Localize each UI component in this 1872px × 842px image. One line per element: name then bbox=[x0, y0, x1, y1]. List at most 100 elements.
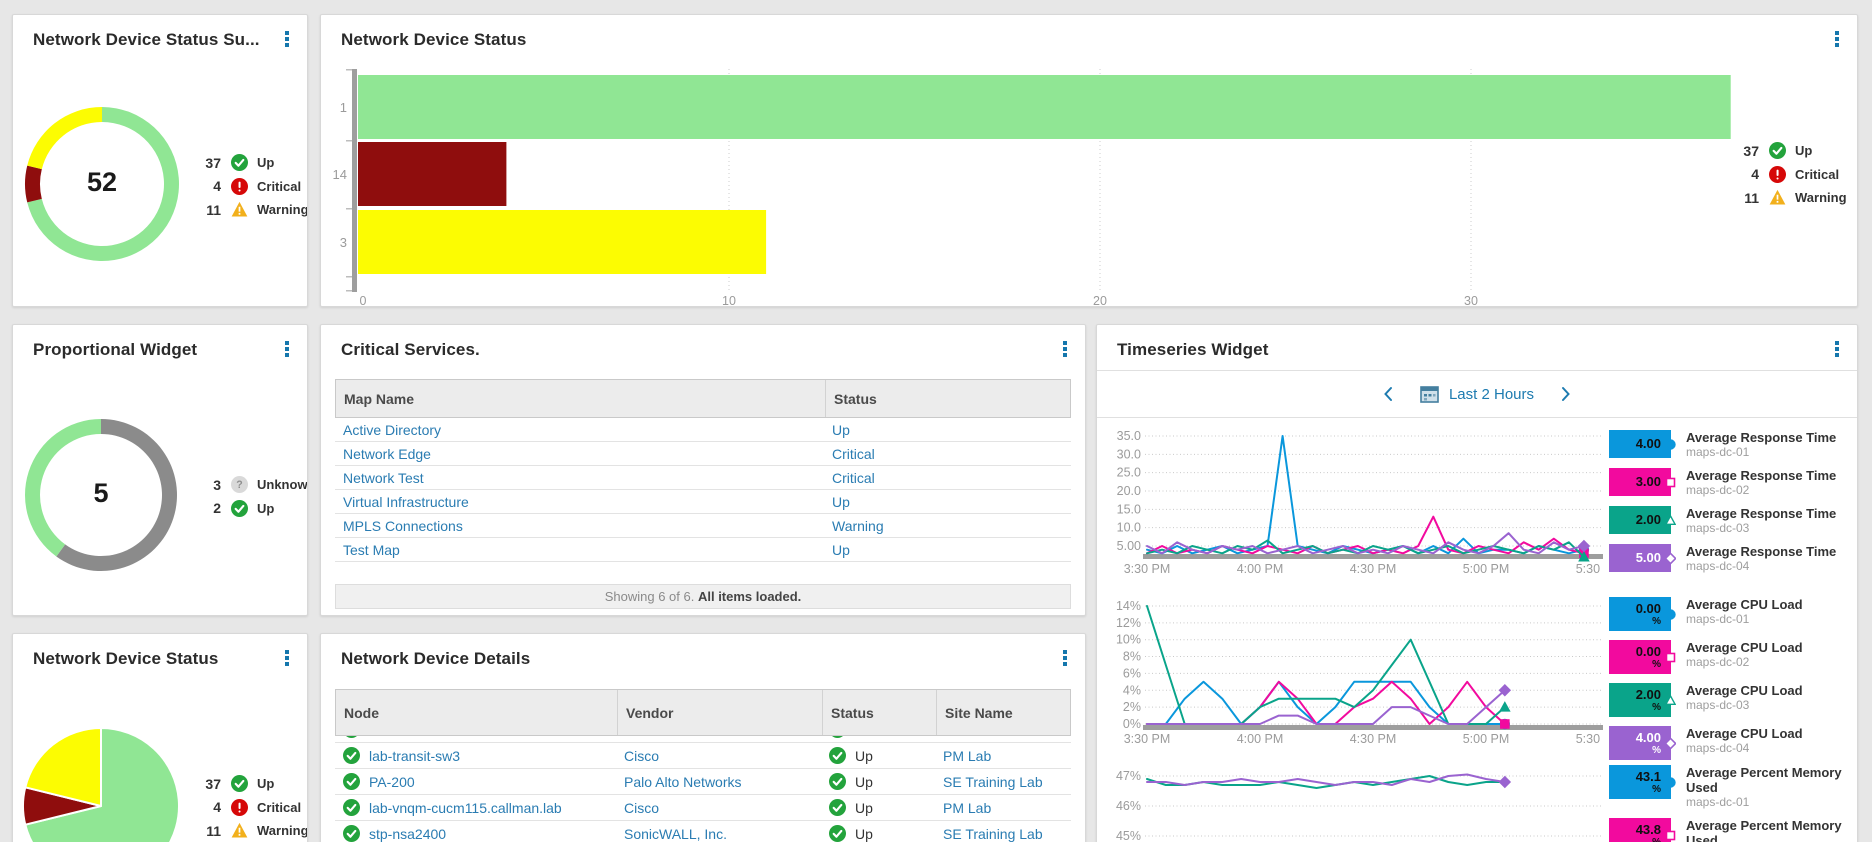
up-check-icon bbox=[343, 773, 360, 790]
vendor-link[interactable]: Palo Alto Networks bbox=[624, 774, 742, 790]
next-range-button[interactable] bbox=[1560, 386, 1572, 402]
footer-loaded: All items loaded. bbox=[697, 589, 802, 604]
column-header-node[interactable]: Node bbox=[336, 690, 617, 735]
up-check-icon bbox=[231, 775, 248, 793]
widget-title: Network Device Status bbox=[33, 649, 219, 668]
series-node: maps-dc-04 bbox=[1686, 741, 1750, 755]
table-row[interactable]: lab-vnqm-cucm115.callman.lab Cisco Up PM La… bbox=[335, 795, 1071, 821]
series-unit: % bbox=[1652, 701, 1661, 713]
site-name-link[interactable]: SE Training Lab bbox=[943, 826, 1043, 842]
critical-icon bbox=[231, 177, 248, 195]
map-name-link[interactable]: Test Map bbox=[343, 542, 400, 558]
kebab-menu-icon[interactable] bbox=[285, 650, 289, 666]
svg-text:10.0: 10.0 bbox=[1117, 521, 1141, 535]
table-row[interactable]: MPLS Connections Warning bbox=[335, 514, 1071, 538]
site-name-link[interactable]: SE Training Lab bbox=[943, 774, 1043, 790]
kebab-menu-icon[interactable] bbox=[1835, 341, 1839, 357]
column-header-site-name[interactable]: Site Name bbox=[936, 690, 1070, 735]
column-header-status[interactable]: Status bbox=[825, 380, 1070, 417]
svg-text:4:00 PM: 4:00 PM bbox=[1237, 732, 1284, 746]
table-row[interactable]: Network Edge Critical bbox=[335, 442, 1071, 466]
svg-text:30.0: 30.0 bbox=[1117, 447, 1141, 461]
up-check-icon bbox=[343, 825, 360, 842]
status-cell: Critical bbox=[824, 446, 1071, 462]
series-legend-item[interactable]: 43.1% Average Percent Memory Used maps-dc-… bbox=[1609, 765, 1855, 809]
status-text: Up bbox=[855, 773, 873, 790]
series-legend-item[interactable]: 0.00% Average CPU Load maps-dc-02 bbox=[1609, 640, 1855, 674]
status-link[interactable]: Up bbox=[832, 494, 850, 510]
series-legend-item[interactable]: 5.00 Average Response Time maps-dc-04 bbox=[1609, 544, 1855, 573]
node-cell: lab-transit-sw3 bbox=[335, 747, 616, 764]
map-name-link[interactable]: Network Test bbox=[343, 470, 424, 486]
status-link[interactable]: Up bbox=[832, 422, 850, 438]
status-link[interactable]: Critical bbox=[832, 470, 875, 486]
previous-range-button[interactable] bbox=[1382, 386, 1394, 402]
table-row[interactable]: PA-200 Palo Alto Networks Up SE Training La… bbox=[335, 769, 1071, 795]
series-legend-item[interactable]: 0.00% Average CPU Load maps-dc-01 bbox=[1609, 597, 1855, 631]
warning-icon bbox=[231, 202, 248, 217]
series-legend-item[interactable]: 3.00 Average Response Time maps-dc-02 bbox=[1609, 468, 1855, 497]
table-row[interactable]: Active Directory Up bbox=[335, 418, 1071, 442]
legend-count: 11 bbox=[206, 822, 221, 839]
kebab-menu-icon[interactable] bbox=[285, 31, 289, 47]
table-row[interactable]: Virtual Infrastructure Up bbox=[335, 490, 1071, 514]
site-name-cell: PM Lab bbox=[935, 748, 1071, 764]
series-node: maps-dc-02 bbox=[1686, 483, 1750, 497]
map-name-link[interactable]: Virtual Infrastructure bbox=[343, 494, 469, 510]
map-name-link[interactable]: MPLS Connections bbox=[343, 518, 463, 534]
table-body[interactable]: lab-transit-sw3 Cisco Up PM Lab PA-200 Palo A… bbox=[335, 717, 1071, 842]
column-header-status[interactable]: Status bbox=[822, 690, 936, 735]
node-link[interactable]: PA-200 bbox=[369, 774, 415, 790]
series-legend-item[interactable]: 43.8%Average Percent Memory Usedmaps-dc-… bbox=[1609, 818, 1855, 842]
legend-count: 4 bbox=[213, 799, 221, 816]
series-node: maps-dc-01 bbox=[1686, 795, 1750, 809]
series-title: Average Response Time bbox=[1686, 544, 1837, 559]
calendar-icon[interactable] bbox=[1420, 385, 1439, 403]
table-row[interactable]: lab-transit-sw3 Cisco Up PM Lab bbox=[335, 743, 1071, 769]
widget-header: Proportional Widget bbox=[13, 325, 307, 369]
widget-network-device-status-summary: Network Device Status Su... 52 37 Up 4 Crit… bbox=[12, 14, 308, 307]
table-row[interactable]: Test Map Up bbox=[335, 538, 1071, 562]
series-legend-item[interactable]: 2.00% Average CPU Load maps-dc-03 bbox=[1609, 683, 1855, 717]
series-legend-item[interactable]: 4.00 Average Response Time maps-dc-01 bbox=[1609, 430, 1855, 459]
svg-text:4%: 4% bbox=[1123, 683, 1141, 697]
series-legend-item[interactable]: 4.00% Average CPU Load maps-dc-04 bbox=[1609, 726, 1855, 760]
map-name-link[interactable]: Active Directory bbox=[343, 422, 441, 438]
time-range-label[interactable]: Last 2 Hours bbox=[1449, 386, 1534, 403]
memory-used-chart: 47%46%45%3:30 PM4:00 PM4:30 PM5:00 PM5:3… bbox=[1116, 769, 1601, 842]
table-row[interactable]: stp-nsa2400 SonicWALL, Inc. Up SE Training … bbox=[335, 821, 1071, 842]
kebab-menu-icon[interactable] bbox=[1835, 31, 1839, 47]
legend-label: Warning bbox=[257, 202, 308, 218]
svg-text:15.0: 15.0 bbox=[1117, 502, 1141, 516]
donut-total: 5 bbox=[93, 478, 109, 508]
svg-text:5.00: 5.00 bbox=[1117, 539, 1141, 553]
series-legend-item[interactable]: 2.00 Average Response Time maps-dc-03 bbox=[1609, 506, 1855, 535]
vendor-link[interactable]: Cisco bbox=[624, 748, 659, 764]
status-link[interactable]: Up bbox=[832, 542, 850, 558]
column-header-vendor[interactable]: Vendor bbox=[617, 690, 822, 735]
svg-text:30: 30 bbox=[1464, 294, 1478, 306]
node-cell: PA-200 bbox=[335, 773, 616, 790]
status-link[interactable]: Warning bbox=[832, 518, 884, 534]
vendor-link[interactable]: SonicWALL, Inc. bbox=[624, 826, 727, 842]
table-row[interactable]: Network Test Critical bbox=[335, 466, 1071, 490]
node-link[interactable]: lab-vnqm-cucm115.callman.lab bbox=[369, 800, 562, 816]
vendor-link[interactable]: Cisco bbox=[624, 800, 659, 816]
site-name-link[interactable]: PM Lab bbox=[943, 800, 991, 816]
status-link[interactable]: Critical bbox=[832, 446, 875, 462]
series-current-value: 4.00 bbox=[1635, 729, 1661, 745]
series-current-value: 2.00 bbox=[1635, 686, 1661, 702]
node-link[interactable]: stp-nsa2400 bbox=[369, 826, 446, 842]
site-name-link[interactable]: PM Lab bbox=[943, 748, 991, 764]
column-header-map-name[interactable]: Map Name bbox=[336, 380, 825, 417]
map-name-link[interactable]: Network Edge bbox=[343, 446, 431, 462]
kebab-menu-icon[interactable] bbox=[1063, 650, 1067, 666]
node-link[interactable]: lab-transit-sw3 bbox=[369, 748, 460, 764]
square-marker-icon bbox=[1665, 830, 1676, 841]
kebab-menu-icon[interactable] bbox=[1063, 341, 1067, 357]
kebab-menu-icon[interactable] bbox=[285, 341, 289, 357]
up-check-icon bbox=[829, 799, 846, 816]
legend-label: Up bbox=[257, 155, 275, 171]
svg-text:10%: 10% bbox=[1116, 633, 1141, 647]
status-legend: 3? Unknown 2 Up bbox=[195, 473, 307, 520]
